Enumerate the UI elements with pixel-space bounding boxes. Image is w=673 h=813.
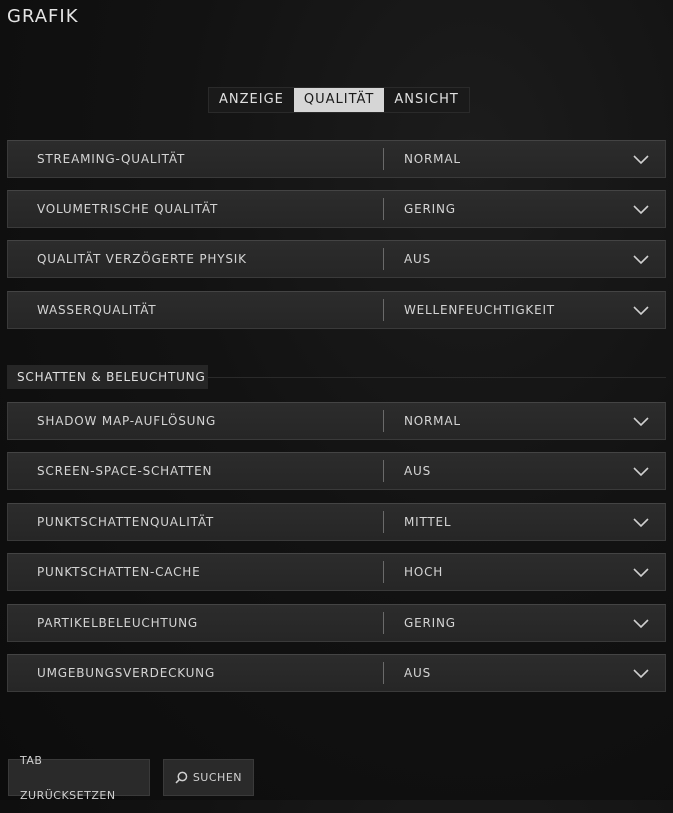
setting-spot-shadow-cache[interactable]: PUNKTSCHATTEN-CACHE HOCH bbox=[7, 553, 666, 591]
setting-value: WELLENFEUCHTIGKEIT bbox=[404, 303, 555, 317]
chevron-down-icon bbox=[633, 306, 649, 316]
setting-label: SCREEN-SPACE-SCHATTEN bbox=[37, 464, 213, 478]
setting-spot-shadow-quality[interactable]: PUNKTSCHATTENQUALITÄT MITTEL bbox=[7, 503, 666, 541]
divider bbox=[383, 410, 384, 432]
chevron-down-icon bbox=[633, 669, 649, 679]
reset-tab-button[interactable]: TAB ZURÜCKSETZEN bbox=[8, 754, 150, 802]
setting-label: WASSERQUALITÄT bbox=[37, 303, 157, 317]
setting-value: AUS bbox=[404, 666, 432, 680]
chevron-down-icon bbox=[633, 619, 649, 629]
setting-value: MITTEL bbox=[404, 515, 452, 529]
divider bbox=[383, 662, 384, 684]
chevron-down-icon bbox=[633, 568, 649, 578]
setting-value: GERING bbox=[404, 202, 456, 216]
search-icon bbox=[175, 771, 188, 784]
chevron-down-icon bbox=[633, 467, 649, 477]
chevron-down-icon bbox=[633, 205, 649, 215]
tab-anzeige[interactable]: ANZEIGE bbox=[209, 88, 294, 112]
setting-ambient-occlusion[interactable]: UMGEBUNGSVERDECKUNG AUS bbox=[7, 654, 666, 692]
chevron-down-icon bbox=[633, 155, 649, 165]
tab-ansicht[interactable]: ANSICHT bbox=[384, 88, 469, 112]
divider bbox=[383, 299, 384, 321]
setting-value: AUS bbox=[404, 464, 432, 478]
divider bbox=[383, 248, 384, 270]
setting-value: HOCH bbox=[404, 565, 444, 579]
setting-shadow-map-resolution[interactable]: SHADOW MAP-AUFLÖSUNG NORMAL bbox=[7, 402, 666, 440]
tab-bar: ANZEIGE QUALITÄT ANSICHT bbox=[208, 87, 470, 113]
search-label: SUCHEN bbox=[192, 771, 242, 784]
page-title: GRAFIK bbox=[7, 6, 79, 27]
setting-label: UMGEBUNGSVERDECKUNG bbox=[37, 666, 216, 680]
chevron-down-icon bbox=[633, 417, 649, 427]
divider bbox=[383, 148, 384, 170]
section-title: SCHATTEN & BELEUCHTUNG bbox=[17, 370, 206, 384]
setting-screen-space-shadows[interactable]: SCREEN-SPACE-SCHATTEN AUS bbox=[7, 452, 666, 490]
setting-label: PUNKTSCHATTEN-CACHE bbox=[37, 565, 201, 579]
divider bbox=[383, 511, 384, 533]
setting-value: NORMAL bbox=[404, 152, 461, 166]
setting-label: PUNKTSCHATTENQUALITÄT bbox=[37, 515, 215, 529]
search-button[interactable]: SUCHEN bbox=[163, 759, 254, 796]
chevron-down-icon bbox=[633, 255, 649, 265]
tab-qualitaet[interactable]: QUALITÄT bbox=[293, 88, 385, 112]
setting-streaming-quality[interactable]: STREAMING-QUALITÄT NORMAL bbox=[7, 140, 666, 178]
section-header-shadows-lighting: SCHATTEN & BELEUCHTUNG bbox=[7, 365, 666, 389]
divider bbox=[383, 460, 384, 482]
setting-value: GERING bbox=[404, 616, 456, 630]
reset-tab-label: TAB ZURÜCKSETZEN bbox=[20, 753, 116, 802]
setting-label: QUALITÄT VERZÖGERTE PHYSIK bbox=[37, 252, 247, 266]
setting-label: VOLUMETRISCHE QUALITÄT bbox=[37, 202, 219, 216]
setting-deferred-physics-quality[interactable]: QUALITÄT VERZÖGERTE PHYSIK AUS bbox=[7, 240, 666, 278]
divider bbox=[383, 561, 384, 583]
setting-label: SHADOW MAP-AUFLÖSUNG bbox=[37, 414, 217, 428]
chevron-down-icon bbox=[633, 518, 649, 528]
divider bbox=[208, 377, 666, 378]
setting-water-quality[interactable]: WASSERQUALITÄT WELLENFEUCHTIGKEIT bbox=[7, 291, 666, 329]
divider bbox=[383, 612, 384, 634]
setting-label: PARTIKELBELEUCHTUNG bbox=[37, 616, 199, 630]
setting-value: NORMAL bbox=[404, 414, 461, 428]
setting-value: AUS bbox=[404, 252, 432, 266]
setting-volumetric-quality[interactable]: VOLUMETRISCHE QUALITÄT GERING bbox=[7, 190, 666, 228]
divider bbox=[383, 198, 384, 220]
setting-label: STREAMING-QUALITÄT bbox=[37, 152, 186, 166]
setting-particle-lighting[interactable]: PARTIKELBELEUCHTUNG GERING bbox=[7, 604, 666, 642]
